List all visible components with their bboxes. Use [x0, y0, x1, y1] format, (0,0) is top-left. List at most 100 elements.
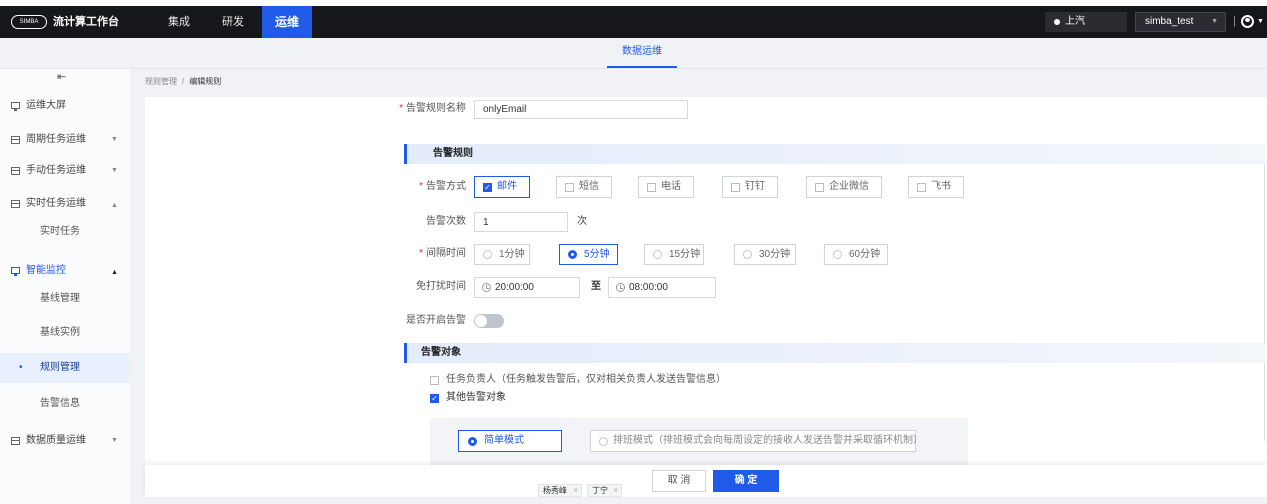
sidebar-item-label: 手动任务运维 [26, 165, 86, 176]
enable-alert-toggle[interactable] [474, 314, 504, 328]
alert-method-label: * 告警方式 [419, 181, 466, 192]
section-title: 告警规则 [433, 148, 473, 159]
option-label: 企业微信 [829, 181, 869, 192]
option-label: 1分钟 [499, 249, 525, 260]
sidebar-subitem-baseline-management[interactable]: • 基线管理 [0, 289, 130, 309]
project-select[interactable]: simba_test ▼ [1135, 12, 1226, 32]
monitor-icon [11, 267, 20, 276]
option-label: 邮件 [497, 181, 517, 192]
alert-method-email-checkbox[interactable]: ✓ 邮件 [474, 176, 530, 198]
tag-close-icon[interactable]: × [573, 485, 578, 496]
sidebar-subitem-baseline-instance[interactable]: • 基线实例 [0, 323, 130, 343]
confirm-button[interactable]: 确 定 [713, 470, 779, 492]
grid-icon [11, 437, 20, 445]
option-label: 电话 [661, 181, 681, 192]
user-avatar-icon[interactable] [1241, 15, 1254, 28]
recipient-tag-label: 杨秀峰 [543, 486, 567, 495]
logo[interactable]: SIMBA [11, 15, 47, 29]
alert-method-phone-checkbox[interactable]: ✓ 电话 [638, 176, 694, 198]
sidebar-item-label: 数据质量运维 [26, 435, 86, 446]
radio-icon [468, 437, 477, 446]
recipient-tag: 杨秀峰 × [538, 484, 582, 497]
interval-15min-radio[interactable]: 15分钟 [644, 244, 704, 265]
option-label: 排班模式（排班模式会向每周设定的接收人发送告警并采取循环机制） [613, 435, 923, 446]
sidebar-item-manual-tasks[interactable]: 手动任务运维 ▼ [0, 161, 130, 181]
clock-icon [482, 283, 491, 292]
checkbox-icon: ✓ [565, 183, 574, 192]
radio-icon [568, 250, 577, 259]
tab-data-operations[interactable]: 数据运维 [607, 38, 677, 68]
interval-60min-radio[interactable]: 60分钟 [824, 244, 888, 265]
radio-icon [483, 250, 492, 259]
task-owner-checkbox[interactable]: ✓ [430, 376, 439, 385]
sidebar-item-smart-monitoring[interactable]: 智能监控 ▼ [0, 261, 130, 281]
sidebar-item-label: 智能监控 [26, 265, 66, 276]
sidebar-item-data-quality[interactable]: 数据质量运维 ▼ [0, 431, 130, 451]
quiet-time-start-picker[interactable]: 20:00:00 [474, 277, 580, 298]
chevron-down-icon: ▼ [111, 136, 118, 143]
header-divider: | [1233, 15, 1236, 27]
checkbox-icon: ✓ [647, 183, 656, 192]
alert-method-wecom-checkbox[interactable]: ✓ 企业微信 [806, 176, 882, 198]
enable-alert-label: 是否开启告警 [406, 315, 466, 326]
breadcrumb-current: 编辑规则 [189, 77, 222, 86]
user-menu-chevron-icon[interactable]: ▼ [1257, 15, 1264, 29]
grid-icon [11, 167, 20, 175]
tenant-label: 上汽 [1065, 16, 1085, 27]
mode-simple-radio[interactable]: 简单模式 [458, 430, 562, 452]
option-label: 钉钉 [745, 181, 765, 192]
nav-development[interactable]: 研发 [216, 6, 250, 38]
sidebar-subitem-alert-info[interactable]: • 告警信息 [0, 394, 130, 414]
clock-icon [616, 283, 625, 292]
breadcrumb-item[interactable]: 规则管理 [145, 77, 177, 86]
tag-close-icon[interactable]: × [613, 485, 618, 496]
radio-icon [743, 250, 752, 259]
quiet-time-end-value: 08:00:00 [629, 282, 668, 293]
interval-5min-radio[interactable]: 5分钟 [559, 244, 618, 265]
nav-operations[interactable]: 运维 [262, 6, 312, 38]
sidebar-subitem-rule-management[interactable]: • 规则管理 [0, 353, 130, 383]
quiet-time-start-value: 20:00:00 [495, 282, 534, 293]
option-label: 60分钟 [849, 249, 881, 260]
section-header-alert-targets: 告警对象 [404, 343, 1265, 363]
sidebar-subitem-realtime-task[interactable]: • 实时任务 [0, 222, 130, 242]
breadcrumb: 规则管理 / 编辑规则 [145, 76, 221, 88]
interval-30min-radio[interactable]: 30分钟 [734, 244, 796, 265]
alert-count-label: 告警次数 [426, 216, 466, 227]
quiet-time-separator: 至 [591, 281, 601, 292]
rule-name-input[interactable] [474, 100, 688, 119]
sidebar-subitem-label: 实时任务 [40, 226, 80, 237]
quiet-time-end-picker[interactable]: 08:00:00 [608, 277, 716, 298]
rule-name-label: * 告警规则名称 [399, 103, 466, 114]
interval-1min-radio[interactable]: 1分钟 [474, 244, 530, 265]
sidebar-subitem-label: 基线实例 [40, 327, 80, 338]
alert-method-dingtalk-checkbox[interactable]: ✓ 钉钉 [722, 176, 778, 198]
chevron-down-icon: ▼ [1211, 18, 1218, 25]
nav-integration[interactable]: 集成 [162, 6, 196, 38]
option-label: 15分钟 [669, 249, 701, 260]
alert-method-sms-checkbox[interactable]: ✓ 短信 [556, 176, 612, 198]
scrollbar-track[interactable] [1264, 145, 1265, 441]
subnav-divider [0, 68, 1267, 69]
task-owner-label: 任务负责人（任务触发告警后，仅对相关负责人发送告警信息） [446, 374, 726, 385]
sidebar-item-periodic-tasks[interactable]: 周期任务运维 ▼ [0, 130, 130, 150]
alert-count-input[interactable] [474, 212, 568, 232]
sidebar-item-realtime-tasks[interactable]: 实时任务运维 ▼ [0, 194, 130, 214]
alert-method-feishu-checkbox[interactable]: ✓ 飞书 [908, 176, 964, 198]
interval-label: * 间隔时间 [419, 248, 466, 259]
checkbox-icon: ✓ [917, 183, 926, 192]
checkbox-icon: ✓ [731, 183, 740, 192]
mode-schedule-radio[interactable]: 排班模式（排班模式会向每周设定的接收人发送告警并采取循环机制） [590, 430, 923, 452]
sidebar-subitem-label: 基线管理 [40, 293, 80, 304]
tenant-switcher[interactable]: 上汽 [1045, 12, 1127, 32]
radio-icon [833, 250, 842, 259]
recipient-tag: 丁宁 × [587, 484, 622, 497]
other-targets-label: 其他告警对象 [446, 392, 506, 403]
other-targets-checkbox[interactable]: ✓ [430, 394, 439, 403]
chevron-up-icon: ▼ [111, 201, 118, 208]
sidebar-item-ops-dashboard[interactable]: 运维大屏 [0, 96, 130, 116]
collapse-sidebar-icon[interactable]: ⇤ [57, 71, 66, 83]
active-dot-icon: • [19, 362, 23, 373]
toggle-knob [475, 315, 487, 327]
cancel-button[interactable]: 取 消 [652, 470, 706, 492]
